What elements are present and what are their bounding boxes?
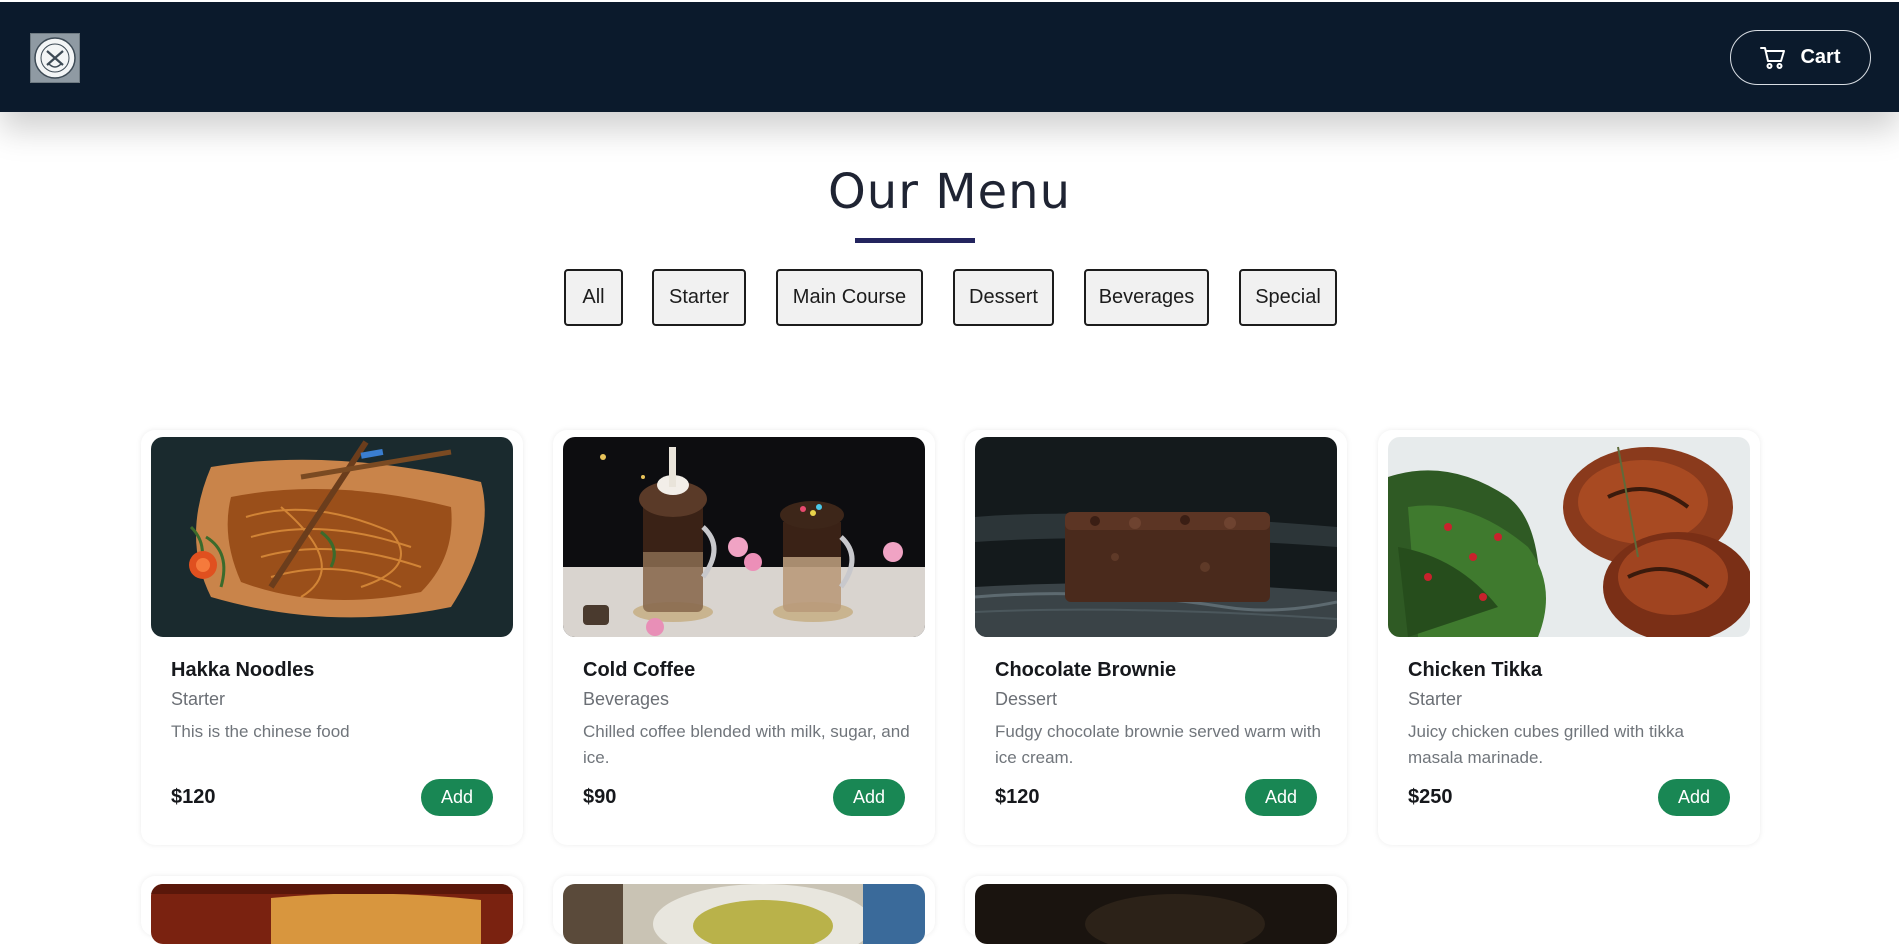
item-category: Starter — [1408, 689, 1463, 709]
item-category: Dessert — [995, 689, 1058, 709]
menu-card: Chicken Tikka Starter Juicy chicken cube… — [1378, 430, 1760, 845]
food-image-partial — [563, 884, 925, 944]
filter-special-button[interactable]: Special — [1239, 269, 1337, 326]
food-image-partial — [151, 884, 513, 944]
filter-main-course-button[interactable]: Main Course — [776, 269, 923, 326]
food-image-chocolate-brownie — [975, 437, 1337, 637]
menu-card-partial — [965, 876, 1347, 944]
item-name: Cold Coffee — [583, 659, 696, 681]
title-underline — [855, 238, 975, 243]
item-price: $90 — [583, 786, 617, 808]
food-image-partial — [975, 884, 1337, 944]
item-price: $250 — [1408, 786, 1453, 808]
cart-icon — [1760, 46, 1786, 70]
item-description: Chilled coffee blended with milk, sugar,… — [583, 722, 910, 767]
menu-card: Hakka Noodles Starter This is the chines… — [141, 430, 523, 845]
item-name: Chicken Tikka — [1408, 659, 1543, 681]
item-category: Starter — [171, 689, 226, 709]
restaurant-logo[interactable] — [30, 33, 80, 83]
food-image-hakka-noodles — [151, 437, 513, 637]
category-filters: All Starter Main Course Dessert Beverage… — [0, 269, 1899, 326]
filter-starter-button[interactable]: Starter — [652, 269, 746, 326]
filter-dessert-button[interactable]: Dessert — [953, 269, 1054, 326]
item-price: $120 — [995, 786, 1040, 808]
menu-card-partial — [141, 876, 523, 944]
add-button[interactable]: Add — [833, 779, 905, 816]
menu-card: Chocolate Brownie Dessert Fudgy chocolat… — [965, 430, 1347, 845]
navbar: Cart — [0, 0, 1899, 112]
item-description: Juicy chicken cubes grilled with tikka m… — [1408, 722, 1684, 767]
food-image-chicken-tikka — [1388, 437, 1750, 637]
item-name: Chocolate Brownie — [995, 659, 1177, 681]
add-button[interactable]: Add — [421, 779, 493, 816]
menu-card-partial — [553, 876, 935, 944]
filter-beverages-button[interactable]: Beverages — [1084, 269, 1209, 326]
item-price: $120 — [171, 786, 216, 808]
item-name: Hakka Noodles — [171, 659, 315, 681]
item-description: Fudgy chocolate brownie served warm with… — [995, 722, 1321, 767]
add-button[interactable]: Add — [1658, 779, 1730, 816]
add-button[interactable]: Add — [1245, 779, 1317, 816]
menu-card: Cold Coffee Beverages Chilled coffee ble… — [553, 430, 935, 845]
cart-button[interactable]: Cart — [1730, 30, 1871, 85]
cart-label: Cart — [1800, 46, 1841, 68]
item-description: This is the chinese food — [171, 722, 350, 741]
filter-all-button[interactable]: All — [564, 269, 623, 326]
food-image-cold-coffee — [563, 437, 925, 637]
page-title: Our Menu — [828, 164, 1071, 220]
item-category: Beverages — [583, 689, 670, 709]
